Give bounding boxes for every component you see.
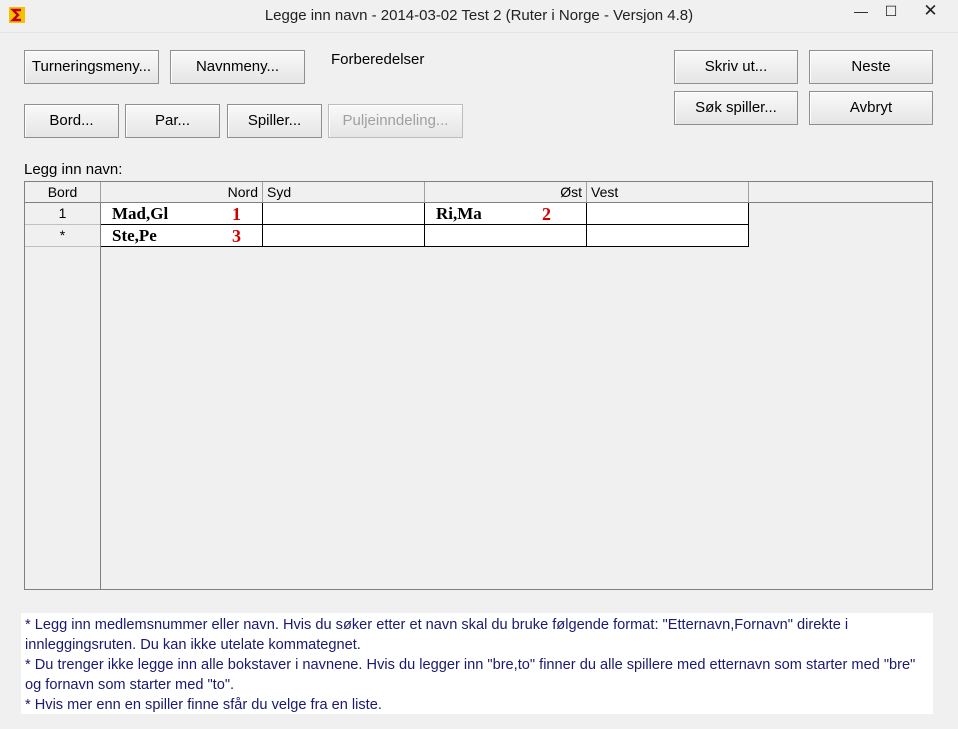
puljeinndeling-button[interactable]: Puljeinndeling... (328, 104, 463, 138)
title-bar: Legge inn navn - 2014-03-02 Test 2 (Rute… (0, 0, 958, 33)
help-line: * Legg inn medlemsnummer eller navn. Hvi… (25, 617, 849, 653)
names-grid[interactable]: Bord Nord Syd Øst Vest 1 Mad,Gl 1 Ri,Ma … (24, 181, 933, 590)
search-player-button[interactable]: Søk spiller... (674, 91, 798, 125)
window-title: Legge inn navn - 2014-03-02 Test 2 (Rute… (264, 7, 694, 24)
column-header-vest[interactable]: Vest (587, 182, 749, 203)
column-header-syd[interactable]: Syd (263, 182, 425, 203)
cell-nord[interactable]: Mad,Gl 1 (101, 203, 263, 225)
navnmeny-button[interactable]: Navnmeny... (170, 50, 305, 84)
column-header-ost[interactable]: Øst (425, 182, 587, 203)
bord-button[interactable]: Bord... (24, 104, 119, 138)
section-label: Forberedelser (331, 51, 425, 68)
cell-ost[interactable] (425, 225, 587, 247)
spiller-button[interactable]: Spiller... (227, 104, 322, 138)
player-number-tag: 2 (542, 204, 551, 224)
cell-vest[interactable] (587, 203, 749, 225)
player-number-tag: 1 (232, 204, 241, 224)
print-button[interactable]: Skriv ut... (674, 50, 798, 84)
row-header[interactable]: 1 (25, 203, 100, 225)
help-line: * Du trenger ikke legge inn alle bokstav… (25, 657, 916, 693)
minimize-button[interactable]: — (847, 0, 875, 24)
close-button[interactable]: ✕ (908, 0, 953, 24)
help-panel: * Legg inn medlemsnummer eller navn. Hvi… (21, 613, 933, 714)
cancel-button[interactable]: Avbryt (809, 91, 933, 125)
cell-vest[interactable] (587, 225, 749, 247)
par-button[interactable]: Par... (125, 104, 220, 138)
player-number-tag: 3 (232, 226, 241, 246)
player-name: Ste,Pe (112, 226, 157, 245)
turneringsmeny-button[interactable]: Turneringsmeny... (24, 50, 159, 84)
row-header[interactable]: * (25, 225, 100, 247)
next-button[interactable]: Neste (809, 50, 933, 84)
column-header-nord[interactable]: Nord (101, 182, 263, 203)
cell-syd[interactable] (263, 203, 425, 225)
cell-ost[interactable]: Ri,Ma 2 (425, 203, 587, 225)
player-name: Ri,Ma (436, 204, 482, 223)
player-name: Mad,Gl (112, 204, 169, 223)
help-line: * Hvis mer enn en spiller finne sfår du … (25, 697, 382, 713)
maximize-button[interactable]: ☐ (877, 0, 905, 24)
column-header-filler (749, 182, 932, 203)
cell-nord[interactable]: Ste,Pe 3 (101, 225, 263, 247)
cell-syd[interactable] (263, 225, 425, 247)
grid-caption: Legg inn navn: (24, 161, 123, 178)
column-header-bord[interactable]: Bord (25, 182, 101, 203)
